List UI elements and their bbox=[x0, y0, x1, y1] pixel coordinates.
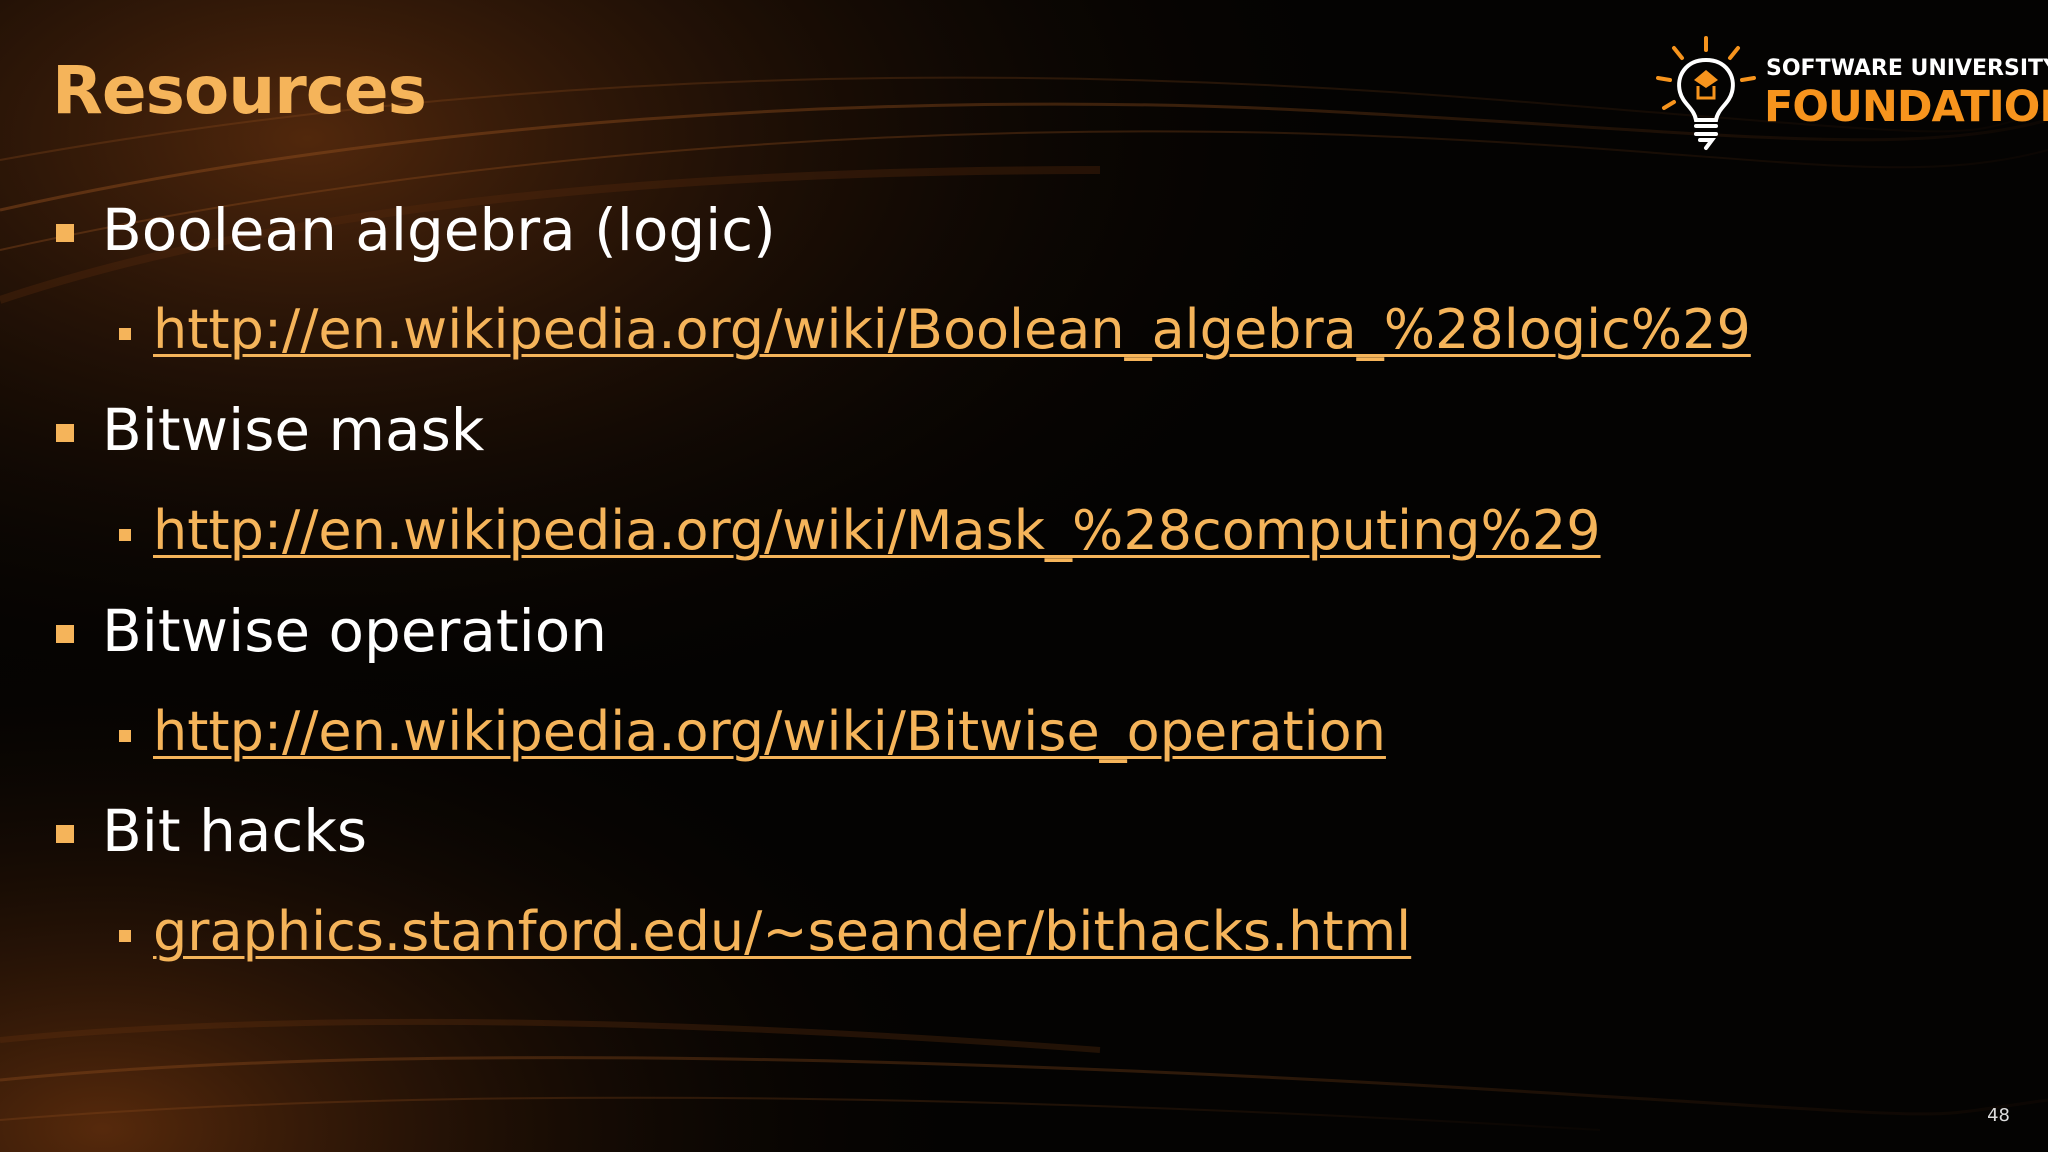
list-item: http://en.wikipedia.org/wiki/Boolean_alg… bbox=[119, 298, 1751, 361]
resource-link[interactable]: graphics.stanford.edu/~seander/bithacks.… bbox=[153, 900, 1411, 963]
list-item: http://en.wikipedia.org/wiki/Bitwise_ope… bbox=[119, 700, 1386, 763]
list-item: Bitwise mask bbox=[56, 396, 485, 464]
square-bullet-icon bbox=[56, 625, 74, 643]
square-bullet-icon bbox=[56, 224, 74, 242]
lightbulb-icon bbox=[1656, 36, 1756, 150]
software-university-logo: SOFTWARE UNIVERSITY FOUNDATION bbox=[1650, 34, 2048, 154]
list-item: http://en.wikipedia.org/wiki/Mask_%28com… bbox=[119, 499, 1601, 562]
square-bullet-icon bbox=[56, 825, 74, 843]
list-item-label: Bitwise mask bbox=[102, 396, 485, 464]
list-item: Bitwise operation bbox=[56, 597, 608, 665]
list-item-label: Bitwise operation bbox=[102, 597, 608, 665]
list-item-label: Bit hacks bbox=[102, 797, 368, 865]
slide-number: 48 bbox=[1987, 1105, 2010, 1126]
resource-link[interactable]: http://en.wikipedia.org/wiki/Mask_%28com… bbox=[153, 499, 1601, 562]
square-bullet-icon bbox=[119, 730, 131, 742]
background-swoosh bbox=[0, 0, 2048, 1152]
resource-link[interactable]: http://en.wikipedia.org/wiki/Bitwise_ope… bbox=[153, 700, 1386, 763]
resource-link[interactable]: http://en.wikipedia.org/wiki/Boolean_alg… bbox=[153, 298, 1751, 361]
square-bullet-icon bbox=[119, 328, 131, 340]
list-item-label: Boolean algebra (logic) bbox=[102, 196, 776, 264]
square-bullet-icon bbox=[119, 529, 131, 541]
square-bullet-icon bbox=[119, 930, 131, 942]
list-item: graphics.stanford.edu/~seander/bithacks.… bbox=[119, 900, 1411, 963]
logo-bottom-text: FOUNDATION bbox=[1764, 82, 2048, 132]
list-item: Boolean algebra (logic) bbox=[56, 196, 776, 264]
square-bullet-icon bbox=[56, 424, 74, 442]
slide-title: Resources bbox=[52, 52, 427, 129]
slide: Resources SOFTWARE UNIVERSITY FOUNDATION bbox=[0, 0, 2048, 1152]
list-item: Bit hacks bbox=[56, 797, 368, 865]
logo-top-text: SOFTWARE UNIVERSITY bbox=[1766, 56, 2048, 81]
